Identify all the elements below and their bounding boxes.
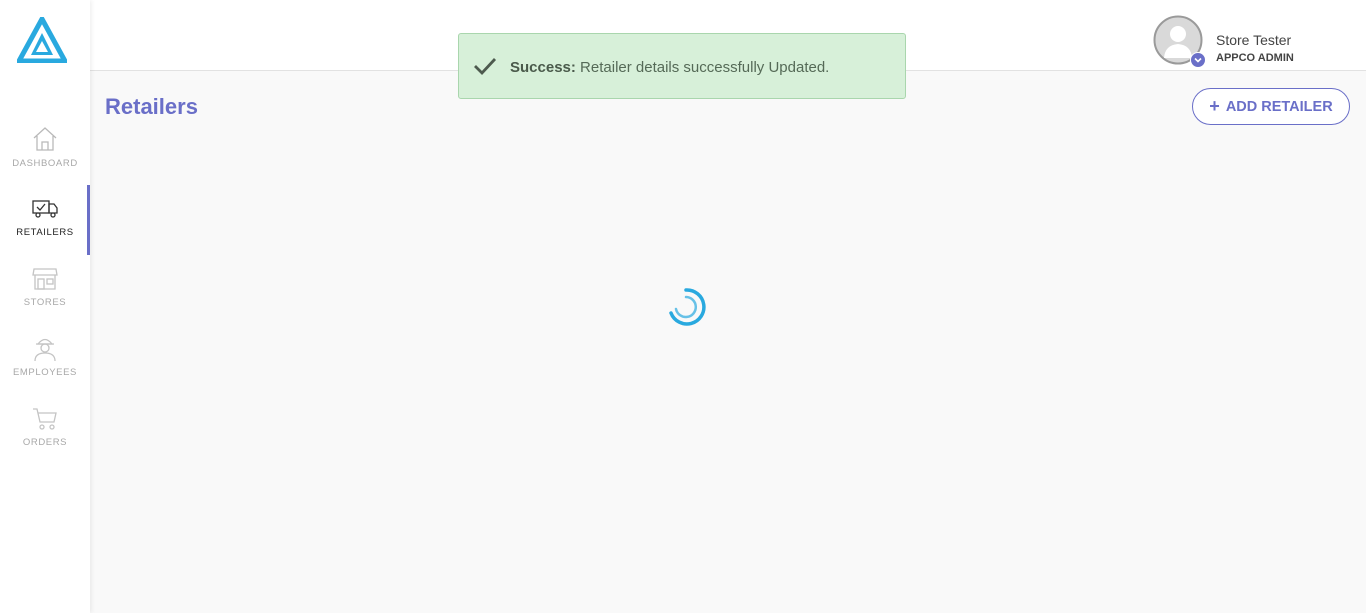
sidebar-item-label: RETAILERS	[16, 227, 74, 238]
sidebar-item-orders[interactable]: ORDERS	[0, 395, 90, 465]
user-role: APPCO ADMIN	[1216, 52, 1294, 64]
user-name[interactable]: Store Tester	[1216, 32, 1291, 48]
loading-spinner-icon	[666, 287, 706, 327]
toast-message: Success: Retailer details successfully U…	[510, 59, 829, 76]
add-retailer-button[interactable]: + ADD RETAILER	[1192, 88, 1350, 125]
truck-icon	[32, 200, 58, 218]
check-icon	[474, 58, 497, 76]
sidebar-item-dashboard[interactable]: DASHBOARD	[0, 116, 90, 186]
home-icon	[33, 127, 57, 151]
success-toast: Success: Retailer details successfully U…	[458, 33, 906, 99]
sidebar-item-label: DASHBOARD	[12, 158, 78, 169]
store-icon	[32, 268, 58, 290]
worker-icon	[34, 338, 56, 362]
sidebar-item-label: EMPLOYEES	[12, 367, 77, 378]
toast-title: Success:	[510, 59, 576, 76]
sidebar: DASHBOARD RETAILERS STORES EMPLOYEES ORD…	[0, 0, 90, 613]
sidebar-item-label: STORES	[23, 297, 67, 308]
sidebar-item-retailers[interactable]: RETAILERS	[0, 185, 90, 255]
add-retailer-label: ADD RETAILER	[1225, 98, 1333, 115]
page-title: Retailers	[105, 94, 198, 119]
plus-icon: +	[1209, 95, 1220, 116]
chevron-down-icon[interactable]	[1190, 52, 1206, 68]
sidebar-item-stores[interactable]: STORES	[0, 255, 90, 325]
toast-body: Retailer details successfully Updated.	[580, 59, 830, 76]
brand-logo-icon[interactable]	[14, 13, 70, 64]
cart-icon	[33, 408, 57, 430]
sidebar-item-employees[interactable]: EMPLOYEES	[0, 325, 90, 395]
sidebar-item-label: ORDERS	[22, 437, 68, 448]
